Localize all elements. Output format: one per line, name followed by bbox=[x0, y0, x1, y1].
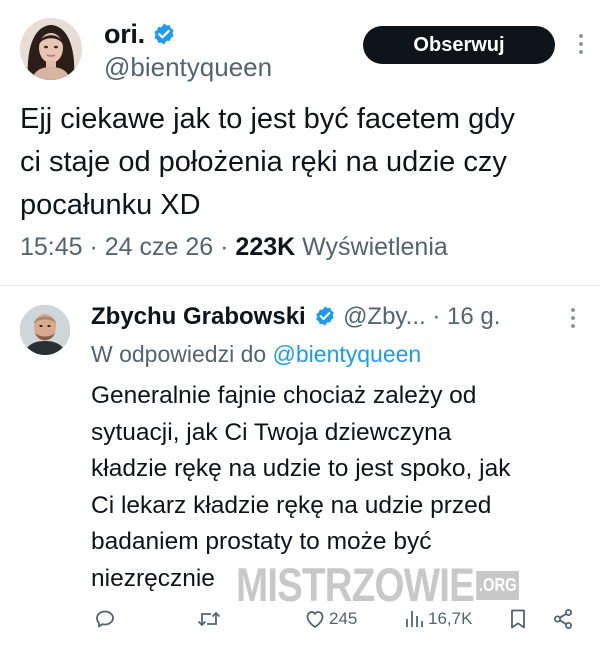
follow-button[interactable]: Obserwuj bbox=[363, 26, 555, 64]
reply-to-mention[interactable]: @bientyqueen bbox=[273, 341, 422, 367]
retweet-icon bbox=[197, 611, 221, 627]
reply-header: Zbychu Grabowski @Zby... · 16 g. bbox=[91, 303, 500, 331]
like-button[interactable]: 245 bbox=[303, 604, 357, 634]
bookmark-icon bbox=[511, 609, 525, 629]
retweet-button[interactable] bbox=[196, 604, 222, 634]
reply-to-prefix: W odpowiedzi do bbox=[91, 341, 267, 367]
more-vertical-icon[interactable] bbox=[570, 308, 576, 330]
reply-actions-bar: 245 16,7K bbox=[0, 604, 600, 634]
like-count: 245 bbox=[329, 609, 358, 628]
reply-tweet: Zbychu Grabowski @Zby... · 16 g. W odpow… bbox=[0, 286, 600, 649]
tweet-time[interactable]: 15:45 bbox=[20, 233, 83, 261]
watermark-suffix: .ORG bbox=[476, 571, 520, 600]
author-name[interactable]: ori. bbox=[104, 19, 145, 49]
tweet-meta: 15:45 · 24 cze 26 · 223K Wyświetlenia bbox=[20, 233, 448, 262]
meta-separator: · bbox=[82, 233, 105, 261]
views-count: 16,7K bbox=[428, 609, 473, 628]
author-handle[interactable]: @bientyqueen bbox=[104, 52, 272, 83]
reply-time[interactable]: · 16 g. bbox=[432, 303, 500, 330]
views-chart-icon bbox=[406, 611, 423, 627]
share-button[interactable] bbox=[551, 604, 575, 634]
bookmark-button[interactable] bbox=[507, 604, 529, 634]
meta-separator: · bbox=[213, 233, 236, 261]
verified-badge-icon bbox=[316, 306, 335, 326]
reply-author-avatar[interactable] bbox=[20, 305, 70, 355]
heart-icon bbox=[306, 611, 324, 628]
share-icon bbox=[554, 609, 572, 629]
author-name-row[interactable]: ori. bbox=[104, 19, 176, 50]
reply-to-line: W odpowiedzi do @bientyqueen bbox=[91, 341, 421, 368]
author-avatar[interactable] bbox=[20, 18, 82, 80]
reply-icon bbox=[96, 610, 114, 628]
reply-button[interactable] bbox=[93, 604, 117, 634]
tweet-text: Ejj ciekawe jak to jest być facetem gdy … bbox=[20, 103, 515, 221]
views-count: 223K bbox=[235, 233, 296, 261]
more-vertical-icon[interactable] bbox=[578, 34, 584, 56]
views-button[interactable]: 16,7K bbox=[402, 604, 472, 634]
verified-badge-icon bbox=[154, 23, 174, 45]
reply-author-name[interactable]: Zbychu Grabowski bbox=[91, 303, 306, 330]
reply-author-handle[interactable]: @Zby... bbox=[343, 303, 426, 330]
main-tweet: ori. @bientyqueen Obserwuj Ejj ciekawe j… bbox=[0, 0, 600, 285]
views-label: Wyświetlenia bbox=[302, 233, 448, 261]
tweet-date[interactable]: 24 cze 26 bbox=[105, 233, 213, 261]
